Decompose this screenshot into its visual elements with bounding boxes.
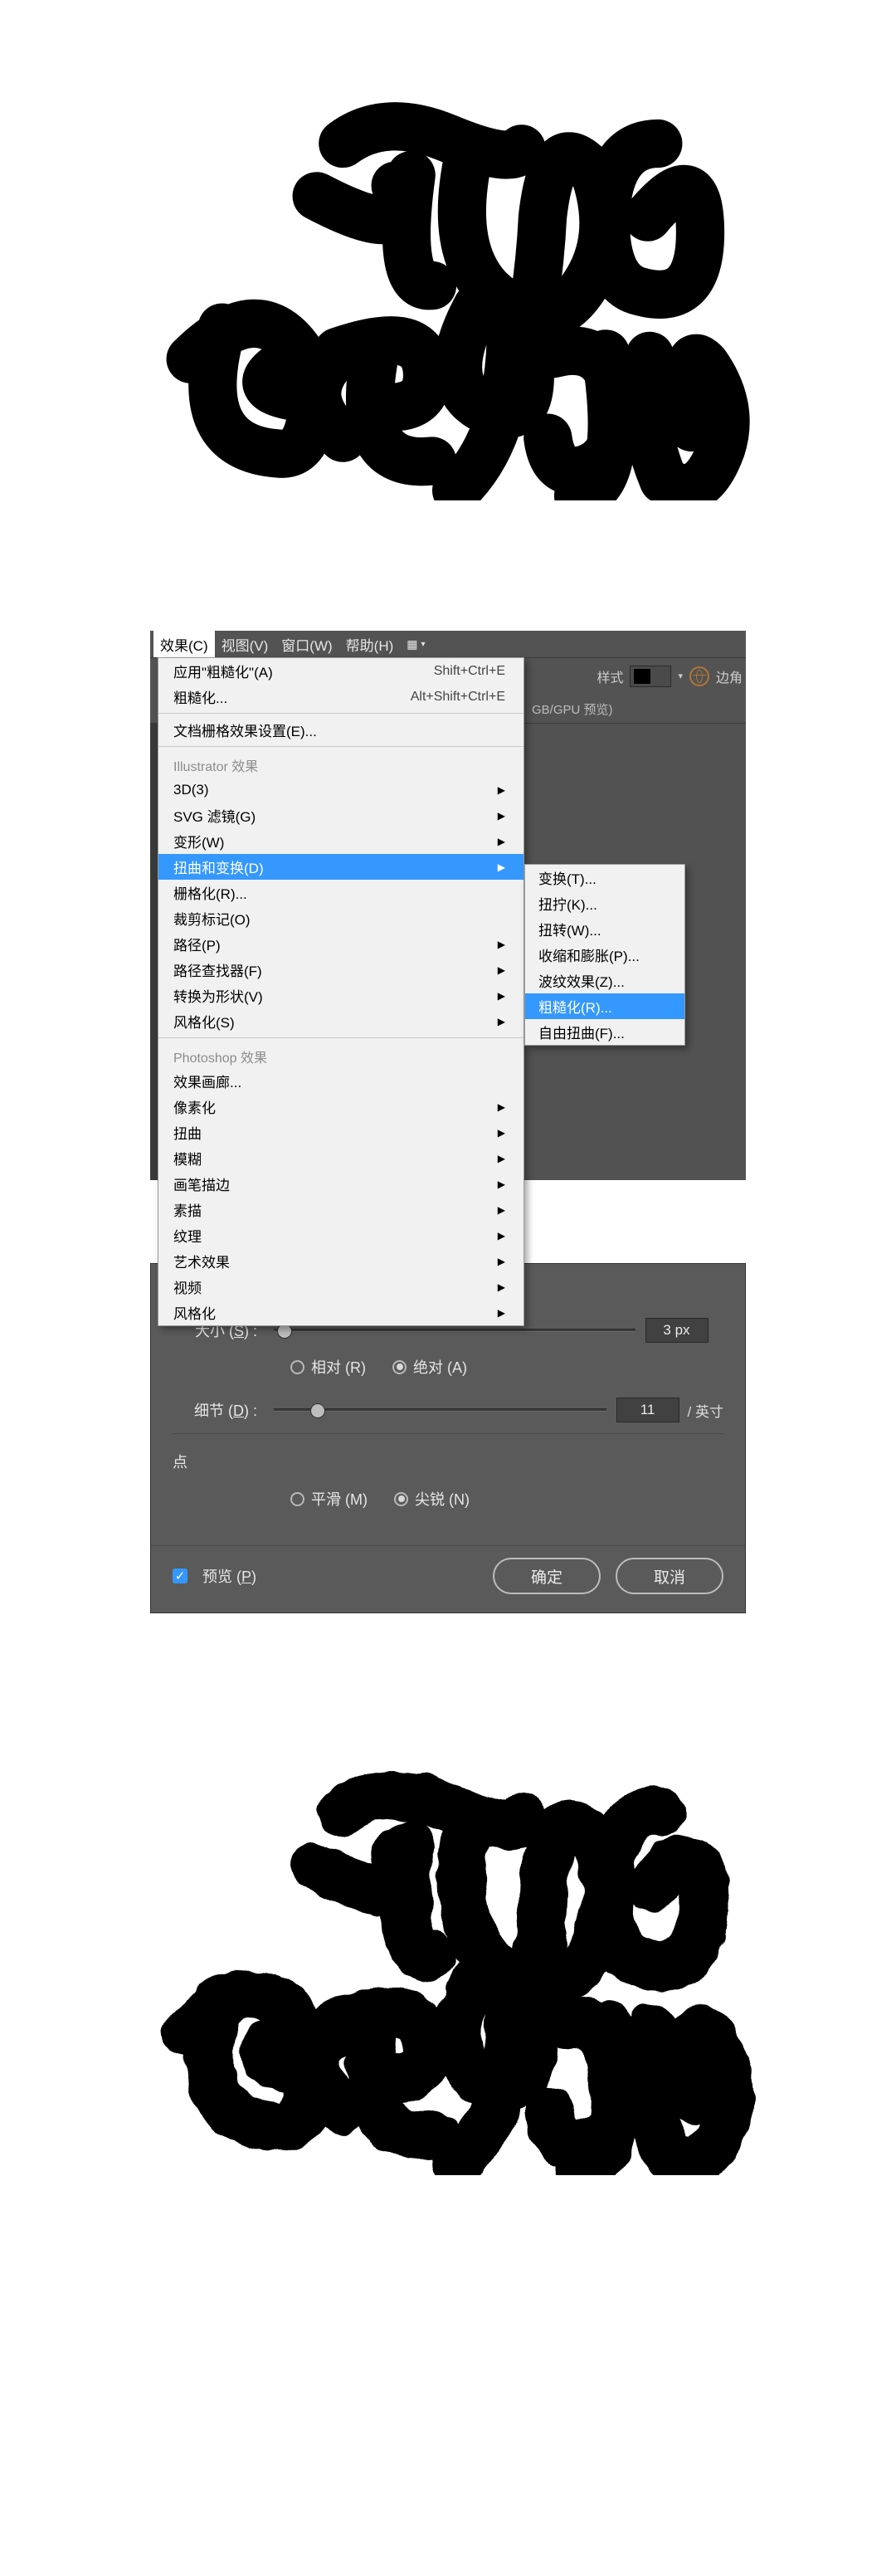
ps-item-7[interactable]: 艺术效果▶ xyxy=(158,1248,523,1274)
radio-smooth[interactable]: 平滑 (M) xyxy=(290,1488,368,1510)
section-photoshop: Photoshop 效果 xyxy=(158,1042,523,1068)
ill-item-2[interactable]: 变形(W)▶ xyxy=(158,828,523,854)
artwork-smooth xyxy=(0,0,896,581)
globe-icon[interactable] xyxy=(689,666,709,686)
artwork-roughened xyxy=(0,1663,896,2261)
submenu-item-1[interactable]: 扭拧(K)... xyxy=(525,890,684,916)
ill-item-0[interactable]: 3D(3)▶ xyxy=(158,777,523,803)
menu-doc-raster[interactable]: 文档栅格效果设置(E)... xyxy=(158,717,523,743)
calligraphy-smooth xyxy=(133,80,763,501)
tab-title[interactable]: GB/GPU 预览) xyxy=(523,695,621,723)
points-radios: 平滑 (M) 尖锐 (N) xyxy=(173,1484,723,1514)
ps-item-2[interactable]: 扭曲▶ xyxy=(158,1120,523,1145)
menu-repeat-last[interactable]: 粗糙化... Alt+Shift+Ctrl+E xyxy=(158,684,523,710)
layout-icon[interactable]: ▦▾ xyxy=(407,637,425,651)
radio-absolute[interactable]: 绝对 (A) xyxy=(392,1356,467,1378)
detail-row: 细节 (D) : 11 / 英寸 xyxy=(173,1393,723,1427)
ps-item-5[interactable]: 素描▶ xyxy=(158,1197,523,1222)
submenu-item-4[interactable]: 波纹效果(Z)... xyxy=(525,968,684,993)
edge-label: 边角 xyxy=(716,666,743,686)
distort-submenu[interactable]: 变换(T)...扭拧(K)...扭转(W)...收缩和膨胀(P)...波纹效果(… xyxy=(524,864,685,1046)
ps-item-6[interactable]: 纹理▶ xyxy=(158,1222,523,1248)
cancel-button[interactable]: 取消 xyxy=(616,1558,723,1594)
ill-item-3[interactable]: 扭曲和变换(D)▶ xyxy=(158,854,523,880)
ok-button[interactable]: 确定 xyxy=(493,1558,601,1594)
effect-menu-dropdown[interactable]: 应用"粗糙化"(A) Shift+Ctrl+E 粗糙化... Alt+Shift… xyxy=(158,657,524,1326)
preview-checkbox[interactable]: ✓ xyxy=(173,1569,187,1583)
ps-item-4[interactable]: 画笔描边▶ xyxy=(158,1171,523,1197)
submenu-item-2[interactable]: 扭转(W)... xyxy=(525,916,684,942)
detail-slider-thumb[interactable] xyxy=(310,1403,325,1418)
dialog-buttons: ✓ 预览 (P) 确定 取消 xyxy=(151,1545,745,1612)
detail-value[interactable]: 11 xyxy=(616,1398,679,1422)
ill-item-5[interactable]: 裁剪标记(O) xyxy=(158,905,523,931)
menu-view[interactable]: 视图(V) xyxy=(215,631,275,657)
size-slider[interactable] xyxy=(274,1329,635,1332)
ill-item-6[interactable]: 路径(P)▶ xyxy=(158,931,523,957)
ps-item-9[interactable]: 风格化▶ xyxy=(158,1300,523,1325)
detail-slider[interactable] xyxy=(274,1408,606,1412)
calligraphy-rough xyxy=(129,1749,767,2174)
menu-window[interactable]: 窗口(W) xyxy=(275,631,338,657)
submenu-item-5[interactable]: 粗糙化(R)... xyxy=(525,993,684,1019)
submenu-item-0[interactable]: 变换(T)... xyxy=(525,865,684,890)
ill-item-1[interactable]: SVG 滤镜(G)▶ xyxy=(158,803,523,828)
radio-corner[interactable]: 尖锐 (N) xyxy=(394,1488,470,1510)
ill-item-9[interactable]: 风格化(S)▶ xyxy=(158,1008,523,1034)
menu-help[interactable]: 帮助(H) xyxy=(339,631,401,657)
ps-item-3[interactable]: 模糊▶ xyxy=(158,1145,523,1171)
style-label: 样式 xyxy=(597,666,623,686)
illustrator-menu-screenshot: 效果(C) 视图(V) 窗口(W) 帮助(H) ▦▾ 样式 ▾ 边角 GB/GP… xyxy=(150,631,746,1180)
ps-item-0[interactable]: 效果画廊... xyxy=(158,1068,523,1094)
menu-apply-last[interactable]: 应用"粗糙化"(A) Shift+Ctrl+E xyxy=(158,658,523,684)
ill-item-4[interactable]: 栅格化(R)... xyxy=(158,880,523,905)
style-swatch[interactable] xyxy=(630,666,671,687)
section-illustrator: Illustrator 效果 xyxy=(158,750,523,777)
radio-relative[interactable]: 相对 (R) xyxy=(290,1356,366,1378)
submenu-item-3[interactable]: 收缩和膨胀(P)... xyxy=(525,942,684,968)
size-mode-radios: 相对 (R) 绝对 (A) xyxy=(173,1352,723,1382)
ps-item-8[interactable]: 视频▶ xyxy=(158,1274,523,1300)
detail-unit: / 英寸 xyxy=(688,1400,723,1421)
ill-item-7[interactable]: 路径查找器(F)▶ xyxy=(158,957,523,983)
submenu-item-6[interactable]: 自由扭曲(F)... xyxy=(525,1019,684,1045)
points-heading: 点 xyxy=(173,1451,723,1472)
preview-label: 预览 (P) xyxy=(202,1565,256,1587)
size-value[interactable]: 3 px xyxy=(645,1318,709,1343)
ps-item-1[interactable]: 像素化▶ xyxy=(158,1094,523,1120)
menubar[interactable]: 效果(C) 视图(V) 窗口(W) 帮助(H) ▦▾ xyxy=(150,631,746,657)
ill-item-8[interactable]: 转换为形状(V)▶ xyxy=(158,983,523,1008)
menu-effect[interactable]: 效果(C) xyxy=(153,631,215,657)
